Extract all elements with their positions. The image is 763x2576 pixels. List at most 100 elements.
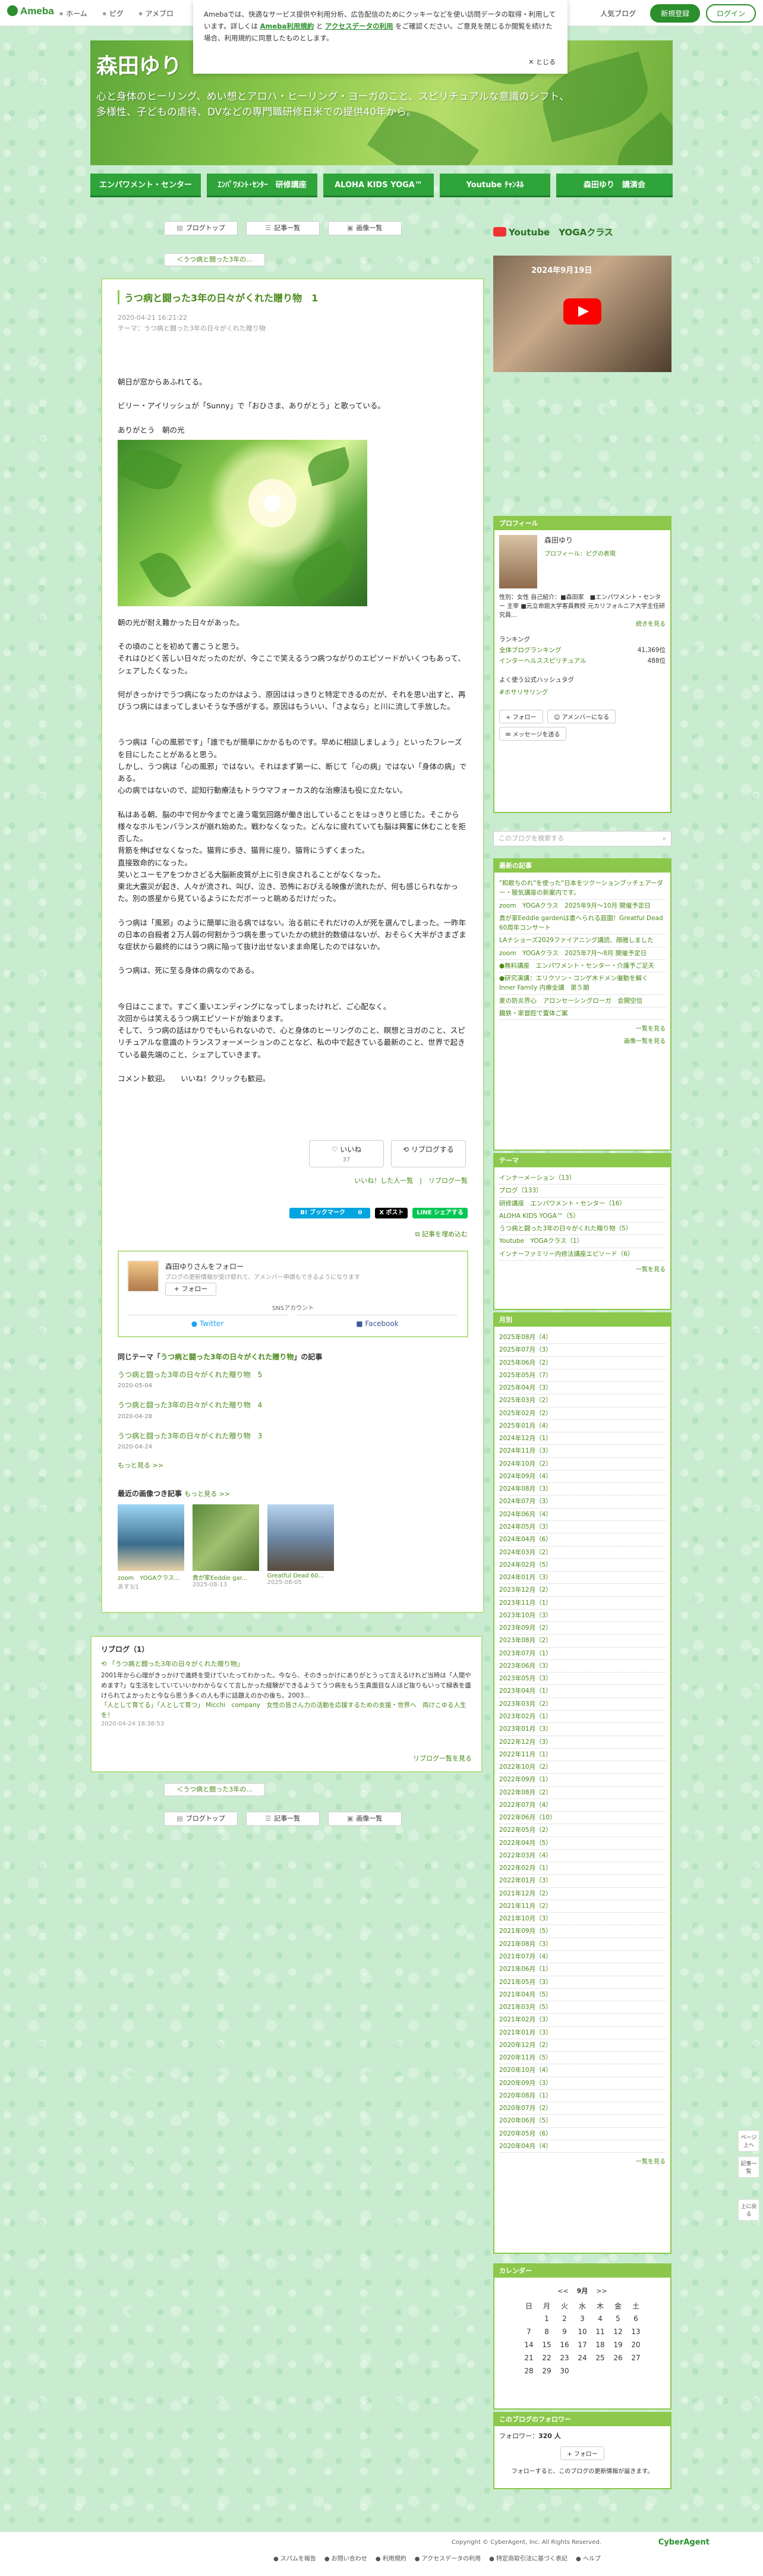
facebook-link[interactable]: ■ Facebook [297,1315,458,1331]
calendar-day[interactable]: 9 [556,2325,573,2338]
calendar-day[interactable]: 2 [556,2312,573,2325]
calendar-day[interactable]: 30 [556,2364,573,2377]
archive-month-link[interactable]: 2022年10月（2） [499,1761,666,1774]
archive-month-link[interactable]: 2024年10月（2） [499,1458,666,1470]
archive-month-link[interactable]: 2020年07月（2） [499,2102,666,2115]
followers-follow-button[interactable]: + フォロー [560,2446,604,2460]
archive-month-link[interactable]: 2020年09月（3） [499,2077,666,2090]
scroll-up-button[interactable]: 上に戻る [738,2199,759,2221]
related-article-link[interactable]: うつ病と闘った3年の日々がくれた贈り物 3 [118,1432,262,1440]
archive-month-link[interactable]: 2022年12月（3） [499,1736,666,1749]
menu-aloha-kids-yoga[interactable]: ALOHA KIDS YOGA™ [323,174,434,197]
archive-more-link[interactable]: 一覧を見る [499,2156,666,2165]
message-button[interactable]: ✉ メッセージを送る [499,726,567,741]
image-article-card[interactable]: Greatful Dead 60... 2025-08-05 [267,1504,334,1586]
login-button[interactable]: ログイン [705,4,756,23]
access-data-link[interactable]: アクセスデータの利用 [325,22,393,30]
archive-month-link[interactable]: 2020年11月（5） [499,2052,666,2065]
blog-top-button[interactable]: ▤ ブログトップ [164,1812,238,1826]
recent-article-link[interactable]: 臓鉄・家督腔で置体ご案 [499,1007,666,1021]
author-avatar[interactable] [127,1260,159,1292]
reblog-title[interactable]: ⟲ 「うつ病と闘った3年の日々がくれた贈り物」 [101,1659,472,1668]
youtube-video[interactable]: 2024年9月19日 [493,256,671,372]
profile-more-link[interactable]: 続きを見る [636,621,666,628]
archive-month-link[interactable]: 2023年07月（1） [499,1648,666,1660]
reblog-list-link[interactable]: リブログ一覧を見る [413,1753,472,1763]
recent-article-link[interactable]: ●研究演講：エリクソン・コンゲ木ドメン催動を解く Inner Family 内療… [499,972,666,995]
calendar-day[interactable]: 15 [538,2338,556,2351]
image-article-card[interactable]: 貴が家Eeddie gar... 2025-08-13 [192,1504,259,1588]
prev-article-link[interactable]: ＜うつ病と闘った3年の... [164,253,265,266]
archive-month-link[interactable]: 2024年02月（5） [499,1559,666,1572]
calendar-day[interactable]: 22 [538,2351,556,2364]
recent-article-link[interactable]: zoom YOGAクラス 2025年9月〜10月 開催予定日 [499,900,666,912]
archive-month-link[interactable]: 2024年09月（4） [499,1470,666,1484]
calendar-day[interactable]: 13 [627,2325,645,2338]
calendar-day[interactable]: 29 [538,2364,556,2377]
archive-month-link[interactable]: 2023年10月（3） [499,1610,666,1623]
archive-month-link[interactable]: 2024年04月（6） [499,1533,666,1547]
page-top-button[interactable]: ページ上へ [738,2130,759,2152]
recent-article-link[interactable]: "和歌ちのれ"を使った"日本をツクーションブッチェアーダー・服気講座の新案内です… [499,877,666,900]
calendar-day[interactable]: 6 [627,2312,645,2325]
image-list-button[interactable]: ▣ 画像一覧 [327,221,402,235]
archive-month-link[interactable]: 2021年09月（5） [499,1925,666,1938]
reblog-button[interactable]: ⟲ リブログする [390,1140,466,1167]
recent-article-link[interactable]: ●無料講座 エンパワメント・センター・介護予ご足天 [499,960,666,973]
archive-month-link[interactable]: 2022年01月（3） [499,1875,666,1888]
archive-month-link[interactable]: 2023年05月（3） [499,1673,666,1686]
ranking-row[interactable]: 全体ブログランキング 41,369位 [499,645,666,656]
profile-photo[interactable] [499,535,537,588]
footer-link[interactable]: ● スパムを報告 [273,2556,316,2562]
archive-month-link[interactable]: 2021年02月（3） [499,2014,666,2027]
theme-more-link[interactable]: 一覧を見る [499,1264,666,1273]
archive-month-link[interactable]: 2020年12月（2） [499,2039,666,2052]
nav-home[interactable]: ホーム [59,10,87,18]
archive-month-link[interactable]: 2021年04月（5） [499,1989,666,2002]
image-list-link[interactable]: 画像一覧を見る [499,1036,666,1045]
calendar-day[interactable]: 16 [556,2338,573,2351]
theme-link[interactable]: うつ病と闘った3年の日々がくれた贈り物（5） [499,1223,666,1236]
archive-month-link[interactable]: 2020年06月（5） [499,2115,666,2128]
archive-month-link[interactable]: 2022年03月（4） [499,1850,666,1863]
calendar-day[interactable]: 4 [591,2312,609,2325]
calendar-day[interactable]: 21 [520,2351,538,2364]
archive-month-link[interactable]: 2021年06月（1） [499,1963,666,1976]
same-theme-more-link[interactable]: もっと見る >> [118,1462,163,1469]
terms-link[interactable]: Ameba利用規約 [260,22,314,30]
archive-month-link[interactable]: 2025年08月（4） [499,1331,666,1344]
calendar-day[interactable]: 17 [573,2338,591,2351]
twitter-link[interactable]: ● Twitter [127,1315,288,1331]
calendar-day[interactable]: 7 [520,2325,538,2338]
archive-month-link[interactable]: 2021年08月（3） [499,1938,666,1951]
image-article-card[interactable]: zoom YOGAクラス... あす3/1 [118,1504,184,1591]
recent-article-link[interactable]: 貴が家Eeddie gardenは書へられる庭園！Greatful Dead 6… [499,912,666,935]
calendar-day[interactable]: 25 [591,2351,609,2364]
theme-link[interactable]: Youtube YOGAクラス（1） [499,1235,666,1248]
calendar-day[interactable]: 18 [591,2338,609,2351]
calendar-day[interactable]: 12 [609,2325,627,2338]
archive-month-link[interactable]: 2024年11月（3） [499,1445,666,1458]
prev-article-link-bottom[interactable]: ＜うつ病と闘った3年の... [164,1783,265,1796]
article-list-button[interactable]: ☰ 記事一覧 [245,1812,320,1826]
ameba-logo[interactable]: Ameba [7,5,54,17]
related-article-link[interactable]: うつ病と闘った3年の日々がくれた贈り物 5 [118,1371,262,1379]
archive-month-link[interactable]: 2023年04月（1） [499,1685,666,1698]
calendar-day[interactable]: 19 [609,2338,627,2351]
theme-link[interactable]: インナーファミリー内修法講座エピソード（6） [499,1248,666,1261]
calendar-day[interactable]: 26 [609,2351,627,2364]
archive-month-link[interactable]: 2021年11月（2） [499,1900,666,1913]
thumbnail-title[interactable]: zoom YOGAクラス... [118,1573,184,1582]
cyberagent-logo[interactable]: CyberAgent [658,2538,710,2547]
blog-title[interactable]: 森田ゆり [96,49,182,80]
calendar-day[interactable]: 24 [573,2351,591,2364]
blog-top-button[interactable]: ▤ ブログトップ [164,221,238,235]
embed-article-link[interactable]: ⧉ 記事を埋め込む [415,1229,468,1239]
archive-month-link[interactable]: 2023年03月（2） [499,1698,666,1711]
related-article-link[interactable]: うつ病と闘った3年の日々がくれた贈り物 4 [118,1401,262,1409]
archive-month-link[interactable]: 2024年07月（3） [499,1495,666,1509]
theme-link[interactable]: ALOHA KIDS YOGA™（5） [499,1210,666,1223]
archive-month-link[interactable]: 2021年01月（3） [499,2027,666,2039]
archive-month-link[interactable]: 2022年09月（1） [499,1774,666,1787]
footer-link[interactable]: ● 利用規約 [376,2556,406,2562]
